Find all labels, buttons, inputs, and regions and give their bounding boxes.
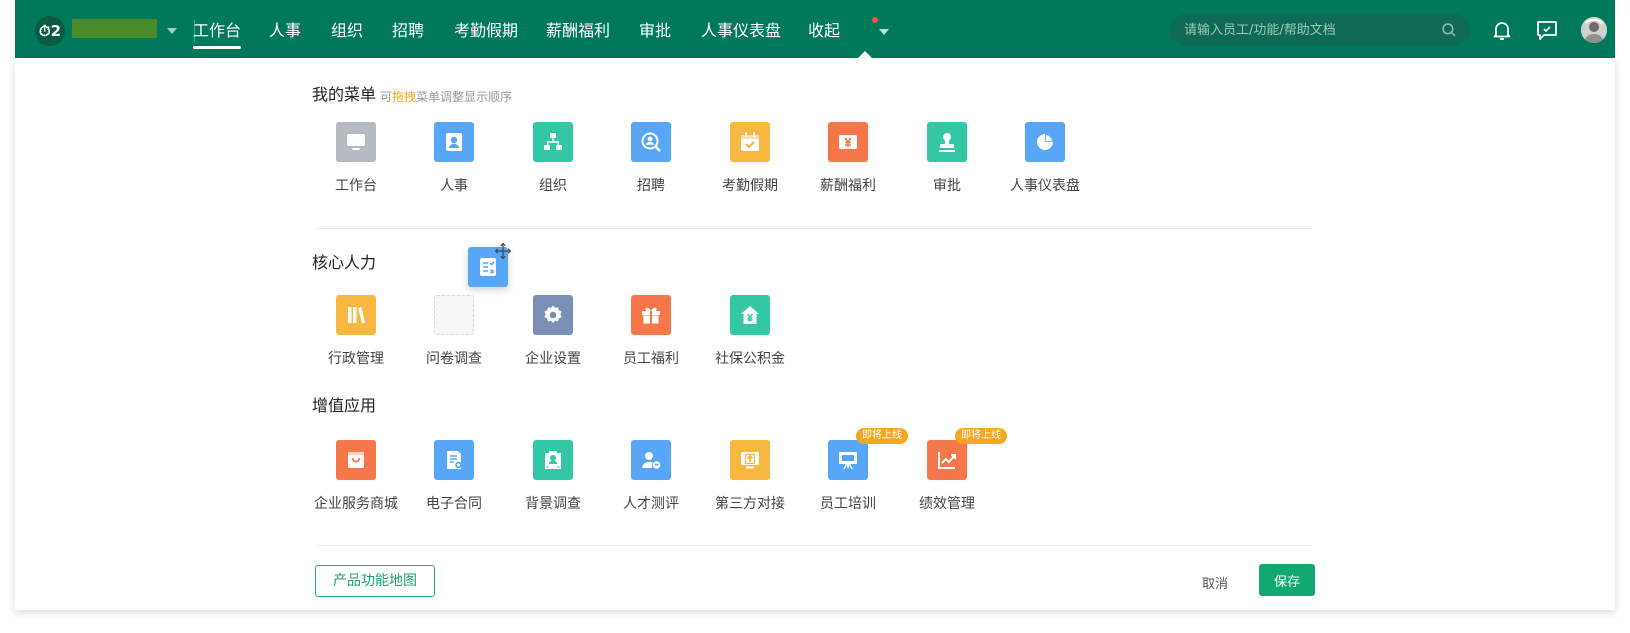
search-person-icon bbox=[631, 122, 671, 162]
nav-item-recruitment[interactable]: 招聘 bbox=[392, 0, 424, 60]
app-item-third-party-integration[interactable]: 第三方对接 bbox=[700, 440, 800, 520]
product-map-button[interactable]: 产品功能地图 bbox=[315, 565, 435, 597]
company-switch-caret-icon[interactable] bbox=[167, 28, 177, 34]
coming-soon-badge: 即将上线 bbox=[955, 428, 1007, 444]
app-item-employee-benefits[interactable]: 员工福利 bbox=[601, 295, 701, 375]
drag-placeholder-slot bbox=[434, 295, 474, 335]
pie-chart-icon bbox=[1025, 122, 1065, 162]
section-title-value-added: 增值应用 bbox=[312, 396, 377, 415]
app-item-social-insurance[interactable]: 社保公积金 bbox=[700, 295, 800, 375]
app-item-employee-training[interactable]: 即将上线 员工培训 bbox=[798, 428, 908, 520]
app-item-e-contract[interactable]: 电子合同 bbox=[404, 440, 504, 520]
save-button[interactable]: 保存 bbox=[1259, 564, 1315, 596]
top-navigation-bar: ⏱2 工作台 人事 组织 招聘 考勤假期 薪酬福利 审批 人事仪表盘 收起 bbox=[15, 0, 1615, 60]
nav-item-organization[interactable]: 组织 bbox=[331, 0, 363, 60]
nav-item-workbench[interactable]: 工作台 bbox=[193, 0, 242, 60]
app-item-workbench[interactable]: 工作台 bbox=[306, 122, 406, 202]
org-chart-icon bbox=[533, 122, 573, 162]
section-divider bbox=[316, 228, 1312, 229]
hint-prefix: 可 bbox=[380, 90, 393, 104]
app-item-personnel[interactable]: 人事 bbox=[404, 122, 504, 202]
yuan-icon bbox=[828, 122, 868, 162]
app-item-background-check[interactable]: 背景调查 bbox=[503, 440, 603, 520]
chevron-down-icon[interactable] bbox=[879, 29, 889, 35]
footer-divider bbox=[316, 545, 1312, 546]
avatar[interactable] bbox=[1581, 17, 1607, 43]
gear-icon bbox=[533, 295, 573, 335]
trend-chart-icon bbox=[927, 440, 967, 480]
talent-assessment-icon bbox=[631, 440, 671, 480]
nav-item-hr-dashboard[interactable]: 人事仪表盘 bbox=[701, 0, 781, 60]
nav-item-payroll[interactable]: 薪酬福利 bbox=[546, 0, 610, 60]
hint-suffix: 菜单调整显示顺序 bbox=[416, 90, 513, 104]
nav-item-collapse[interactable]: 收起 bbox=[808, 0, 840, 60]
company-name-redacted[interactable] bbox=[72, 19, 157, 38]
search-input[interactable] bbox=[1184, 14, 1434, 46]
search-icon[interactable] bbox=[1440, 21, 1458, 39]
app-item-recruitment[interactable]: 招聘 bbox=[601, 122, 701, 202]
contract-icon bbox=[434, 440, 474, 480]
hint-highlight: 拖拽 bbox=[392, 90, 417, 104]
app-item-attendance[interactable]: 考勤假期 bbox=[700, 122, 800, 202]
app-label: 社保公积金 bbox=[715, 351, 785, 367]
bell-icon[interactable] bbox=[1490, 18, 1514, 42]
stamp-icon bbox=[927, 122, 967, 162]
notification-dot bbox=[872, 17, 878, 23]
search-box bbox=[1170, 14, 1470, 46]
app-label: 绩效管理 bbox=[919, 496, 975, 512]
section-title-core-hr: 核心人力 bbox=[312, 253, 377, 272]
shopping-bag-icon bbox=[336, 440, 376, 480]
integration-icon bbox=[730, 440, 770, 480]
monitor-icon bbox=[336, 122, 376, 162]
drag-hint: 可拖拽菜单调整显示顺序 bbox=[380, 88, 512, 105]
presentation-board-icon bbox=[828, 440, 868, 480]
app-item-approval[interactable]: 审批 bbox=[897, 122, 997, 202]
app-item-payroll[interactable]: 薪酬福利 bbox=[798, 122, 898, 202]
gift-icon bbox=[631, 295, 671, 335]
books-icon bbox=[336, 295, 376, 335]
page: ⏱2 工作台 人事 组织 招聘 考勤假期 薪酬福利 审批 人事仪表盘 收起 请输… bbox=[0, 0, 1630, 633]
feedback-icon[interactable] bbox=[1535, 18, 1559, 42]
app-item-organization[interactable]: 组织 bbox=[503, 122, 603, 202]
section-title-my-menu: 我的菜单 bbox=[312, 85, 377, 104]
app-item-performance[interactable]: 即将上线 绩效管理 bbox=[897, 428, 1007, 520]
person-card-icon bbox=[434, 122, 474, 162]
calendar-check-icon bbox=[730, 122, 770, 162]
app-item-hr-dashboard[interactable]: 人事仪表盘 bbox=[995, 122, 1095, 202]
logo[interactable]: ⏱2 bbox=[35, 16, 65, 46]
app-item-company-settings[interactable]: 企业设置 bbox=[503, 295, 603, 375]
nav-item-approval[interactable]: 审批 bbox=[639, 0, 671, 60]
nav-item-attendance[interactable]: 考勤假期 bbox=[454, 0, 518, 60]
app-label: 人事仪表盘 bbox=[1010, 178, 1080, 194]
app-item-talent-assessment[interactable]: 人才测评 bbox=[601, 440, 701, 520]
move-cursor-icon bbox=[494, 242, 512, 260]
background-check-icon bbox=[533, 440, 573, 480]
app-item-administration[interactable]: 行政管理 bbox=[306, 295, 406, 375]
app-item-questionnaire[interactable]: 问卷调查 bbox=[404, 295, 504, 375]
cancel-button[interactable]: 取消 bbox=[1195, 570, 1235, 594]
nav-item-personnel[interactable]: 人事 bbox=[269, 0, 301, 60]
app-item-service-mall[interactable]: 企业服务商城 bbox=[306, 440, 406, 520]
house-yuan-icon bbox=[730, 295, 770, 335]
